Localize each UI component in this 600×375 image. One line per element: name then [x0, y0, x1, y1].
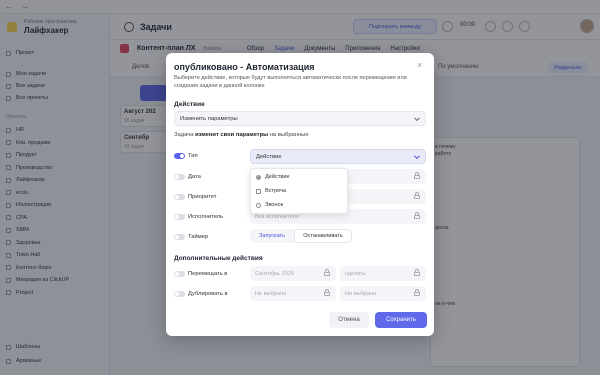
calendar-icon [256, 188, 261, 194]
type-toggle[interactable] [174, 153, 185, 159]
lock-icon [414, 191, 420, 200]
duplicate-board-select: Не выбрано [250, 286, 336, 301]
priority-label: Приоритет [188, 194, 217, 200]
dropdown-option-action[interactable]: Действие [256, 174, 290, 180]
duplicate-toggle[interactable] [174, 291, 185, 297]
action-select[interactable]: Изменить параметры [174, 111, 426, 126]
type-select[interactable]: Действие [250, 149, 426, 164]
modal-title: опубликовано - Автоматизация [174, 62, 315, 72]
action-icon [256, 174, 261, 180]
modal-description: Выберите действие, которые будут выполня… [174, 75, 407, 89]
lock-icon [414, 171, 420, 180]
dropdown-option-call[interactable]: Звонок [256, 202, 283, 208]
timer-toggle[interactable] [174, 234, 185, 240]
save-button[interactable]: Сохранить [375, 312, 427, 328]
chevron-down-icon [414, 152, 420, 159]
cancel-button[interactable]: Отмена [329, 312, 369, 328]
lock-icon [414, 268, 420, 277]
action-hint: Задача изменит свои параметры на выбранн… [174, 132, 309, 138]
type-dropdown: Действие Встреча Звонок [250, 168, 348, 214]
move-toggle[interactable] [174, 271, 185, 277]
date-toggle[interactable] [174, 174, 185, 180]
chevron-down-icon [414, 114, 420, 121]
date-label: Дата [188, 174, 201, 180]
duplicate-column-select: Не выбрано [340, 286, 426, 301]
lock-icon [414, 288, 420, 297]
lock-icon [324, 288, 330, 297]
move-label: Перемещать в [188, 271, 228, 277]
priority-toggle[interactable] [174, 194, 185, 200]
assignee-label: Исполнитель [188, 214, 224, 220]
move-column-select: сделать [340, 266, 426, 281]
extra-actions-header: Дополнительные действия [174, 255, 263, 262]
timer-label: Таймер [188, 234, 209, 240]
dropdown-option-meeting[interactable]: Встреча [256, 188, 286, 194]
close-icon[interactable]: × [417, 61, 422, 70]
timer-stop-option[interactable]: Останавливать [294, 229, 352, 243]
phone-icon [256, 202, 261, 208]
move-board-select: Сентябрь 2025 [250, 266, 336, 281]
type-label: Тип [188, 153, 198, 159]
lock-icon [324, 268, 330, 277]
timer-start-option[interactable]: Запускать [250, 229, 294, 243]
timer-segmented-control: Запускать Останавливать [250, 229, 352, 243]
assignee-toggle[interactable] [174, 214, 185, 220]
lock-icon [414, 211, 420, 220]
action-header: Действие [174, 101, 205, 108]
duplicate-label: Дублировать в [188, 291, 228, 297]
automation-modal: опубликовано - Автоматизация × Выберите … [166, 53, 434, 336]
